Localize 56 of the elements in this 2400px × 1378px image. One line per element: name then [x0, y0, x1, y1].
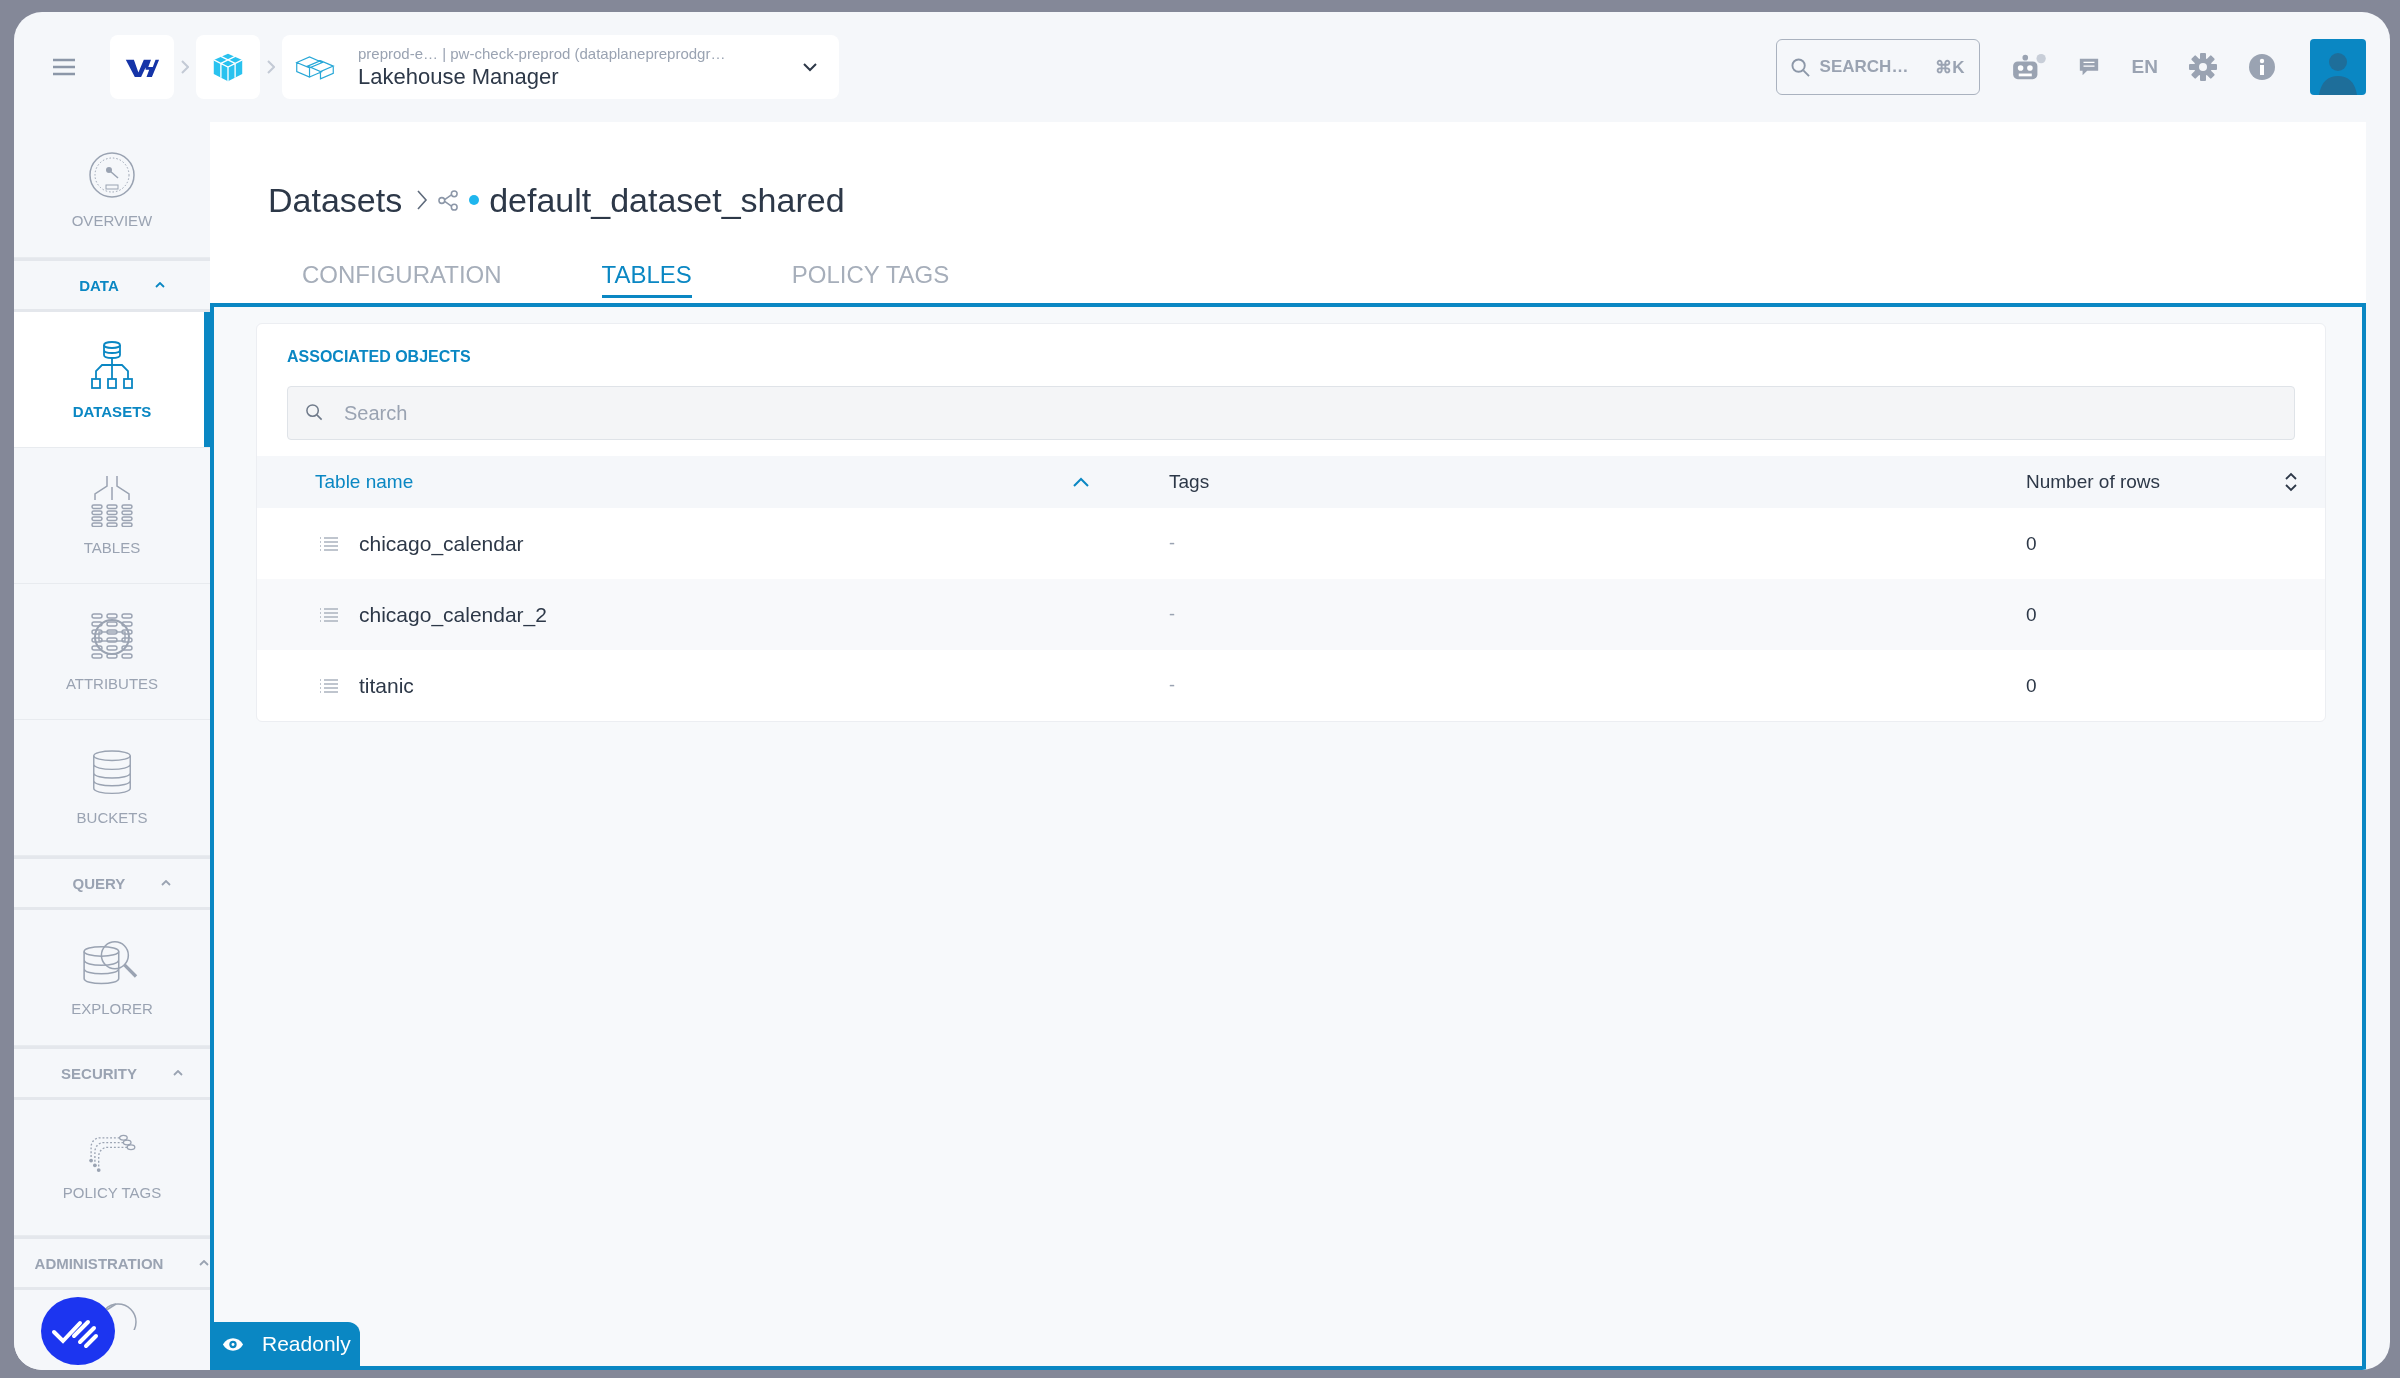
tags-cell: - — [1169, 675, 1175, 695]
list-icon — [319, 678, 339, 693]
caret-icon — [803, 62, 817, 72]
sidebar-item[interactable]: DATASETS — [14, 312, 210, 448]
section-title: ASSOCIATED OBJECTS — [286, 348, 472, 366]
readonly-label: Readonly — [262, 1332, 351, 1356]
row-count-cell: 0 — [2026, 532, 2037, 555]
settings-icon[interactable] — [2188, 52, 2218, 82]
tags-cell: - — [1169, 533, 1175, 553]
chevron-up-icon[interactable] — [199, 1260, 210, 1266]
app-title: Lakehouse Manager — [358, 63, 560, 90]
eye-icon — [222, 1336, 244, 1352]
column-header[interactable]: Table name — [315, 471, 414, 493]
column-header[interactable]: Number of rows — [2026, 471, 2161, 493]
table-name-cell[interactable]: titanic — [359, 673, 414, 698]
table-name-cell[interactable]: chicago_calendar — [359, 531, 524, 556]
logo-button[interactable] — [110, 35, 174, 99]
chevron-icon — [267, 60, 275, 74]
page-title: default_dataset_shared — [489, 180, 845, 220]
speedometer-icon — [87, 150, 137, 200]
sort-ascending-icon[interactable] — [1073, 477, 1089, 487]
chevron-up-icon[interactable] — [161, 880, 172, 886]
context-path: preprod-e… | pw-check-preprod (dataplanepreprodgr… — [358, 44, 727, 62]
list-icon — [319, 607, 339, 622]
tags-cell: - — [1169, 604, 1175, 624]
boxes-icon — [294, 53, 336, 81]
column-header[interactable]: Tags — [1169, 471, 1210, 492]
row-count-cell: 0 — [2026, 674, 2037, 697]
share-icon — [438, 189, 460, 211]
check-badge-icon[interactable] — [40, 1296, 116, 1366]
tab[interactable]: POLICY TAGS — [791, 258, 950, 298]
language-selector[interactable]: EN — [2131, 56, 2158, 78]
tab[interactable]: CONFIGURATION — [302, 258, 502, 298]
chevron-up-icon[interactable] — [172, 1070, 183, 1076]
sidebar-item[interactable]: ATTRIBUTES — [14, 584, 210, 720]
avatar-button[interactable] — [2310, 39, 2366, 95]
search-icon — [1790, 57, 1810, 77]
search-field[interactable]: SEARCH… ⌘K — [1775, 39, 1980, 95]
sort-icon[interactable] — [2285, 472, 2297, 492]
chevron-icon — [416, 189, 429, 211]
breadcrumb-link[interactable]: Datasets — [268, 180, 403, 220]
status-dot — [469, 195, 480, 205]
chevron-icon — [181, 60, 189, 74]
tab[interactable]: TABLES — [601, 258, 692, 298]
search-field[interactable]: Search — [287, 386, 2295, 440]
table-name-cell[interactable]: chicago_calendar_2 — [359, 602, 547, 627]
search-placeholder: SEARCH… — [1819, 57, 1910, 77]
list-icon — [319, 536, 339, 551]
info-icon[interactable] — [2248, 53, 2276, 81]
menu-icon[interactable] — [52, 58, 76, 76]
app-switcher[interactable]: preprod-e… | pw-check-preprod (dataplanepreprodgr… Lakehouse Manager — [282, 35, 839, 99]
row-count-cell: 0 — [2026, 603, 2037, 626]
cubes-button[interactable] — [196, 35, 260, 99]
chevron-up-icon[interactable] — [154, 282, 165, 288]
search-icon — [305, 403, 324, 422]
shortcut-hint: ⌘K — [1935, 56, 1965, 78]
